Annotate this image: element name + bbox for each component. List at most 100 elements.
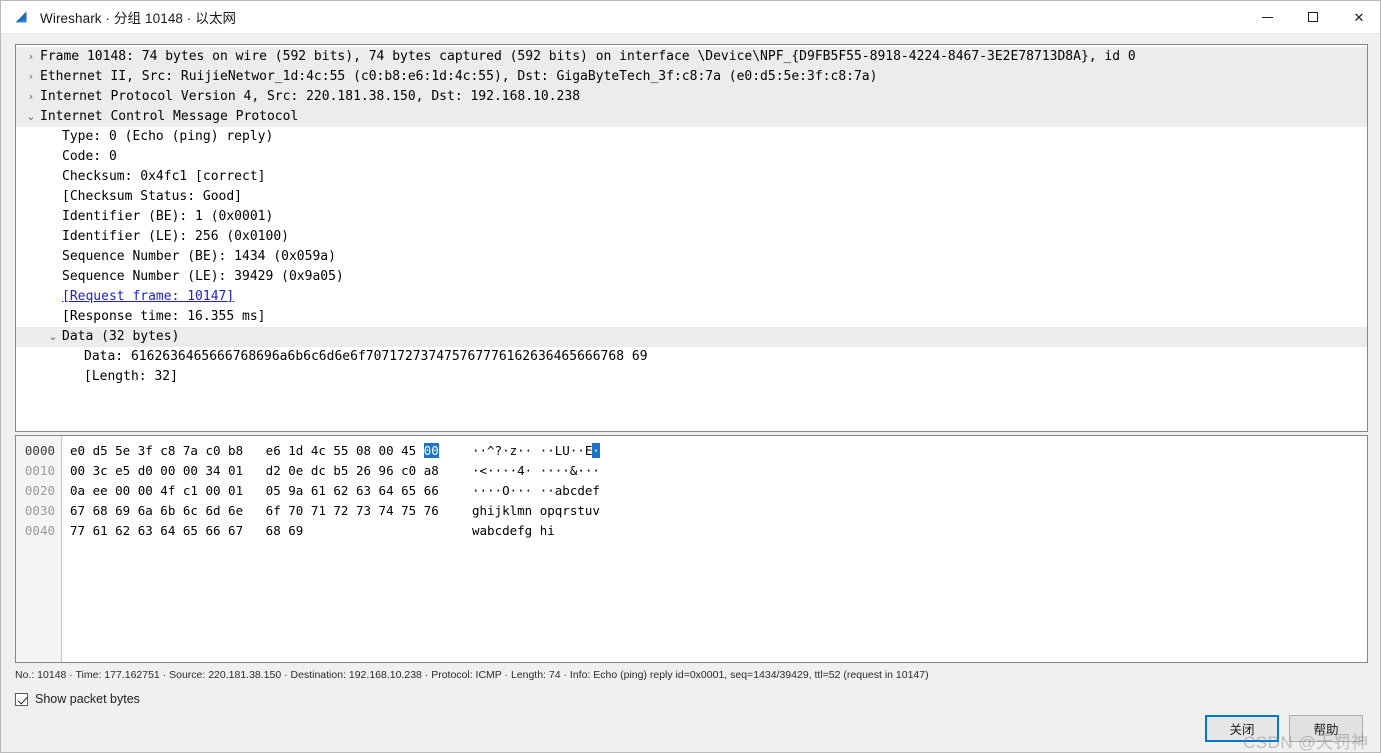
detail-tree-label: Internet Protocol Version 4, Src: 220.18…: [40, 89, 581, 104]
ascii-text: wabcdefg hi: [472, 523, 555, 538]
ascii-byte-selected[interactable]: ·: [592, 443, 600, 458]
detail-tree-row[interactable]: ·[Length: 32]: [16, 367, 1367, 387]
detail-tree-row[interactable]: ·Checksum: 0x4fc1 [correct]: [16, 167, 1367, 187]
tree-spacer: ·: [46, 227, 60, 247]
close-icon[interactable]: ✕: [1336, 1, 1380, 33]
hex-offset: 0030: [24, 503, 55, 518]
detail-tree-row[interactable]: ·Sequence Number (BE): 1434 (0x059a): [16, 247, 1367, 267]
chevron-down-icon[interactable]: ⌄: [24, 107, 38, 127]
wireshark-packet-detail-window: Wireshark · 分组 10148 · 以太网 ✕ › Frame 1014…: [0, 0, 1381, 753]
detail-tree-row[interactable]: ·[Response time: 16.355 ms]: [16, 307, 1367, 327]
detail-tree-label: Frame 10148: 74 bytes on wire (592 bits)…: [40, 49, 1136, 64]
detail-tree-label: Data (32 bytes): [62, 329, 180, 344]
hex-offset: 0010: [24, 463, 55, 478]
detail-tree-row[interactable]: ·Identifier (LE): 256 (0x0100): [16, 227, 1367, 247]
chevron-right-icon[interactable]: ›: [24, 47, 38, 67]
ascii-bytes[interactable]: ··^?·z·· ··LU··E·: [440, 441, 600, 461]
window-titlebar: Wireshark · 分组 10148 · 以太网 ✕: [1, 1, 1380, 34]
detail-tree-row[interactable]: ·Sequence Number (LE): 39429 (0x9a05): [16, 267, 1367, 287]
detail-tree-row[interactable]: ⌄ Internet Control Message Protocol: [16, 107, 1367, 127]
hex-bytes[interactable]: 67 68 69 6a 6b 6c 6d 6e 6f 70 71 72 73 7…: [70, 501, 440, 521]
detail-tree-row[interactable]: ·Identifier (BE): 1 (0x0001): [16, 207, 1367, 227]
tree-spacer: ·: [46, 187, 60, 207]
hex-dump-row[interactable]: 0a ee 00 00 4f c1 00 01 05 9a 61 62 63 6…: [70, 481, 1367, 501]
detail-tree-label: [Length: 32]: [84, 369, 178, 384]
tree-spacer: ·: [46, 307, 60, 327]
tree-spacer: ·: [68, 367, 82, 387]
hex-bytes-left: 0a ee 00 00 4f c1 00 01: [70, 483, 244, 498]
hex-dump-row[interactable]: 00 3c e5 d0 00 00 34 01 d2 0e dc b5 26 9…: [70, 461, 1367, 481]
hex-bytes[interactable]: 0a ee 00 00 4f c1 00 01 05 9a 61 62 63 6…: [70, 481, 440, 501]
detail-tree-row[interactable]: ·Code: 0: [16, 147, 1367, 167]
tree-spacer: ·: [46, 207, 60, 227]
detail-tree-label: [Response time: 16.355 ms]: [62, 309, 266, 324]
ascii-bytes[interactable]: wabcdefg hi: [440, 521, 555, 541]
ascii-bytes[interactable]: ····O··· ··abcdef: [440, 481, 600, 501]
hex-bytes-right: d2 0e dc b5 26 96 c0 a8: [265, 463, 439, 478]
detail-tree-row[interactable]: ·[Request frame: 10147]: [16, 287, 1367, 307]
detail-tree-row[interactable]: ·Type: 0 (Echo (ping) reply): [16, 127, 1367, 147]
tree-spacer: ·: [46, 267, 60, 287]
detail-tree-row[interactable]: › Internet Protocol Version 4, Src: 220.1…: [16, 87, 1367, 107]
hex-byte-selected[interactable]: 00: [423, 443, 439, 458]
tree-spacer: ·: [46, 167, 60, 187]
tree-spacer: ·: [46, 247, 60, 267]
hex-dump-row[interactable]: 67 68 69 6a 6b 6c 6d 6e 6f 70 71 72 73 7…: [70, 501, 1367, 521]
hex-bytes[interactable]: 77 61 62 63 64 65 66 67 68 69: [70, 521, 440, 541]
close-button[interactable]: 关闭: [1205, 715, 1279, 742]
ascii-bytes[interactable]: ·<····4· ····&···: [440, 461, 600, 481]
hex-bytes-right: 6f 70 71 72 73 74 75 76: [265, 503, 439, 518]
maximize-icon[interactable]: [1290, 1, 1336, 33]
detail-tree-label: Data: 6162636465666768696a6b6c6d6e6f7071…: [84, 349, 648, 364]
detail-tree-label: Ethernet II, Src: RuijieNetwor_1d:4c:55 …: [40, 69, 878, 84]
hex-dump-row[interactable]: 77 61 62 63 64 65 66 67 68 69 wabcdefg hi: [70, 521, 1367, 541]
hex-bytes-right: 05 9a 61 62 63 64 65 66: [265, 483, 439, 498]
hex-dump-body[interactable]: e0 d5 5e 3f c8 7a c0 b8 e6 1d 4c 55 08 0…: [62, 436, 1367, 662]
packet-bytes-pane[interactable]: 0000 0010 0020 0030 0040 e0 d5 5e 3f c8 7a c…: [15, 435, 1368, 663]
hex-offset: 0040: [24, 523, 55, 538]
checkbox-box[interactable]: [15, 692, 28, 706]
show-packet-bytes-checkbox[interactable]: Show packet bytes: [15, 692, 140, 706]
chevron-down-icon[interactable]: ⌄: [46, 327, 60, 347]
ascii-text: ··^?·z·· ··LU··E: [472, 443, 593, 458]
detail-tree-label: Sequence Number (LE): 39429 (0x9a05): [62, 269, 344, 284]
chevron-right-icon[interactable]: ›: [24, 87, 38, 107]
detail-tree-row[interactable]: ⌄ Data (32 bytes): [16, 327, 1367, 347]
packet-detail-pane[interactable]: › Frame 10148: 74 bytes on wire (592 bits…: [15, 44, 1368, 432]
tree-spacer: ·: [68, 347, 82, 367]
detail-tree-label: Code: 0: [62, 149, 117, 164]
hex-bytes-right: e6 1d 4c 55 08 00 45: [265, 443, 424, 458]
detail-tree-row[interactable]: › Ethernet II, Src: RuijieNetwor_1d:4c:55…: [16, 67, 1367, 87]
show-packet-bytes-label: Show packet bytes: [35, 692, 140, 706]
detail-tree-row[interactable]: › Frame 10148: 74 bytes on wire (592 bits…: [16, 47, 1367, 67]
detail-tree-label: Type: 0 (Echo (ping) reply): [62, 129, 274, 144]
minimize-icon[interactable]: [1244, 1, 1290, 33]
tree-spacer: ·: [46, 147, 60, 167]
hex-offset: 0000: [24, 443, 55, 458]
detail-tree-label: Sequence Number (BE): 1434 (0x059a): [62, 249, 336, 264]
help-button[interactable]: 帮助: [1289, 715, 1363, 742]
detail-tree-label: Internet Control Message Protocol: [40, 109, 299, 124]
window-controls: ✕: [1244, 1, 1380, 33]
wireshark-fin-icon: [13, 8, 31, 26]
ascii-text: ghijklmn opqrstuv: [472, 503, 600, 518]
chevron-right-icon[interactable]: ›: [24, 67, 38, 87]
packet-status-bar: No.: 10148 · Time: 177.162751 · Source: …: [15, 669, 929, 681]
window-title: Wireshark · 分组 10148 · 以太网: [40, 11, 237, 26]
hex-bytes[interactable]: e0 d5 5e 3f c8 7a c0 b8 e6 1d 4c 55 08 0…: [70, 441, 440, 461]
tree-spacer: ·: [46, 127, 60, 147]
hex-offset-gutter: 0000 0010 0020 0030 0040: [16, 436, 62, 662]
detail-tree-label: [Checksum Status: Good]: [62, 189, 243, 204]
detail-tree-row[interactable]: ·[Checksum Status: Good]: [16, 187, 1367, 207]
detail-tree-label: Checksum: 0x4fc1 [correct]: [62, 169, 266, 184]
hex-bytes-right: 68 69: [265, 523, 304, 538]
request-frame-link[interactable]: [Request frame: 10147]: [60, 287, 234, 307]
detail-tree-label: Identifier (LE): 256 (0x0100): [62, 229, 289, 244]
hex-bytes-left: 67 68 69 6a 6b 6c 6d 6e: [70, 503, 244, 518]
hex-dump-row[interactable]: e0 d5 5e 3f c8 7a c0 b8 e6 1d 4c 55 08 0…: [70, 441, 1367, 461]
hex-bytes[interactable]: 00 3c e5 d0 00 00 34 01 d2 0e dc b5 26 9…: [70, 461, 440, 481]
hex-bytes-left: 00 3c e5 d0 00 00 34 01: [70, 463, 244, 478]
ascii-bytes[interactable]: ghijklmn opqrstuv: [440, 501, 600, 521]
detail-tree-row[interactable]: ·Data: 6162636465666768696a6b6c6d6e6f707…: [16, 347, 1367, 367]
ascii-text: ····O··· ··abcdef: [472, 483, 600, 498]
